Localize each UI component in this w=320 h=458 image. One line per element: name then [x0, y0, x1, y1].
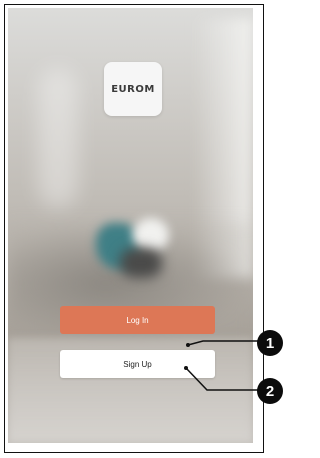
signup-button[interactable]: Sign Up — [60, 350, 215, 378]
login-button[interactable]: Log In — [60, 306, 215, 334]
background-object — [133, 218, 169, 252]
callout-badge-2: 2 — [257, 378, 283, 404]
background-lamp — [38, 68, 78, 208]
app-logo: EUROM — [104, 62, 162, 116]
callout-badge-1: 1 — [257, 330, 283, 356]
background-object-dark — [120, 248, 162, 278]
logo-text: EUROM — [111, 83, 155, 95]
